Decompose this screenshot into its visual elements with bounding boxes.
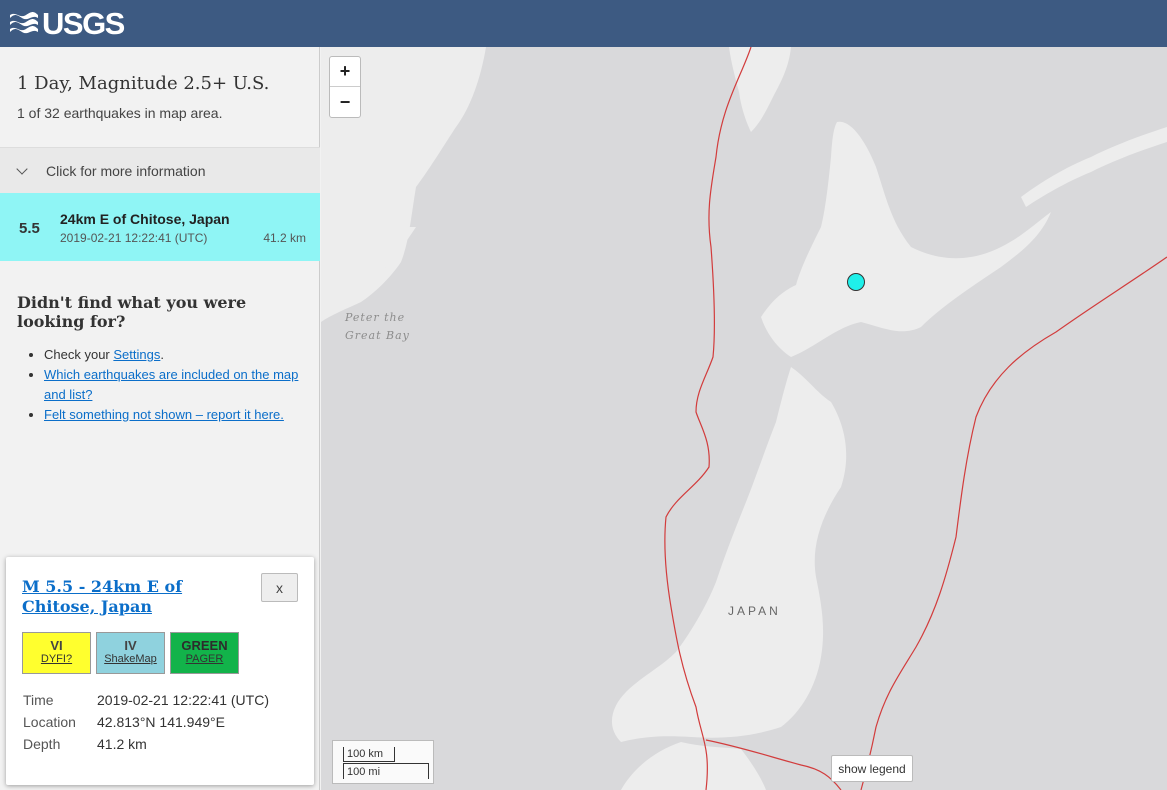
pager-badge[interactable]: GREEN PAGER <box>170 632 239 674</box>
more-info-toggle[interactable]: Click for more information <box>0 147 320 193</box>
dyfi-value: VI <box>50 638 63 653</box>
scale-km: 100 km <box>343 747 395 762</box>
chevron-down-icon <box>16 162 28 175</box>
earthquake-magnitude: 5.5 <box>19 220 40 237</box>
depth-value: 41.2 km <box>97 736 147 752</box>
zoom-control: + − <box>329 56 361 118</box>
bay-label: Peter the Great Bay <box>345 311 410 342</box>
kuril-landmass <box>1021 127 1167 207</box>
time-label: Time <box>23 692 54 708</box>
settings-link[interactable]: Settings <box>113 347 160 362</box>
help-item-felt: Felt something not shown – report it her… <box>44 405 304 425</box>
map-view[interactable]: + − Peter the Great Bay JAPAN 100 km 100… <box>321 47 1167 790</box>
pager-value: GREEN <box>181 638 228 653</box>
hokkaido-landmass <box>761 121 1051 357</box>
dyfi-label: DYFI? <box>40 653 73 665</box>
usgs-logo-text: USGS <box>42 6 125 41</box>
earthquake-depth: 41.2 km <box>263 231 306 245</box>
country-label: JAPAN <box>728 604 781 618</box>
dyfi-badge[interactable]: VI DYFI? <box>22 632 91 674</box>
help-item-settings: Check your Settings. <box>44 345 304 365</box>
usgs-wave-icon <box>10 11 38 37</box>
scale-bar: 100 km 100 mi <box>332 740 434 784</box>
more-info-label: Click for more information <box>46 162 206 179</box>
earthquake-time: 2019-02-21 12:22:41 (UTC) <box>60 231 208 245</box>
time-value: 2019-02-21 12:22:41 (UTC) <box>97 692 269 708</box>
location-value: 42.813°N 141.949°E <box>97 714 225 730</box>
earthquake-list-item[interactable]: 5.5 24km E of Chitose, Japan 2019-02-21 … <box>0 193 320 261</box>
not-found-heading: Didn't find what you were looking for? <box>17 293 247 331</box>
shakemap-value: IV <box>124 638 137 653</box>
earthquake-marker[interactable] <box>847 273 865 291</box>
honshu-landmass <box>611 367 847 742</box>
earthquake-place: 24km E of Chitose, Japan <box>60 211 230 227</box>
earthquake-count: 1 of 32 earthquakes in map area. <box>17 105 223 121</box>
site-header: USGS <box>0 0 1167 47</box>
which-earthquakes-link[interactable]: Which earthquakes are included on the ma… <box>44 367 298 402</box>
earthquake-summary-popup: M 5.5 - 24km E of Chitose, Japan x VI DY… <box>6 557 314 785</box>
sakhalin-landmass <box>729 47 791 132</box>
show-legend-button[interactable]: show legend <box>831 755 913 782</box>
pager-label: PAGER <box>185 653 224 665</box>
usgs-logo[interactable]: USGS <box>10 6 125 41</box>
location-label: Location <box>23 714 76 730</box>
popup-title-link[interactable]: M 5.5 - 24km E of Chitose, Japan <box>22 577 250 617</box>
plate-boundary-east <box>860 256 1167 790</box>
shakemap-badge[interactable]: IV ShakeMap <box>96 632 165 674</box>
zoom-out-button[interactable]: − <box>330 87 360 117</box>
zoom-in-button[interactable]: + <box>330 57 360 87</box>
help-item-which: Which earthquakes are included on the ma… <box>44 365 304 405</box>
scale-mi: 100 mi <box>343 763 429 779</box>
felt-report-link[interactable]: Felt something not shown – report it her… <box>44 407 284 422</box>
depth-label: Depth <box>23 736 61 752</box>
shakemap-label: ShakeMap <box>104 653 157 665</box>
list-title: 1 Day, Magnitude 2.5+ U.S. <box>17 73 270 94</box>
help-list: Check your Settings. Which earthquakes a… <box>44 345 304 425</box>
close-button[interactable]: x <box>261 573 298 602</box>
basemap <box>321 47 1167 790</box>
